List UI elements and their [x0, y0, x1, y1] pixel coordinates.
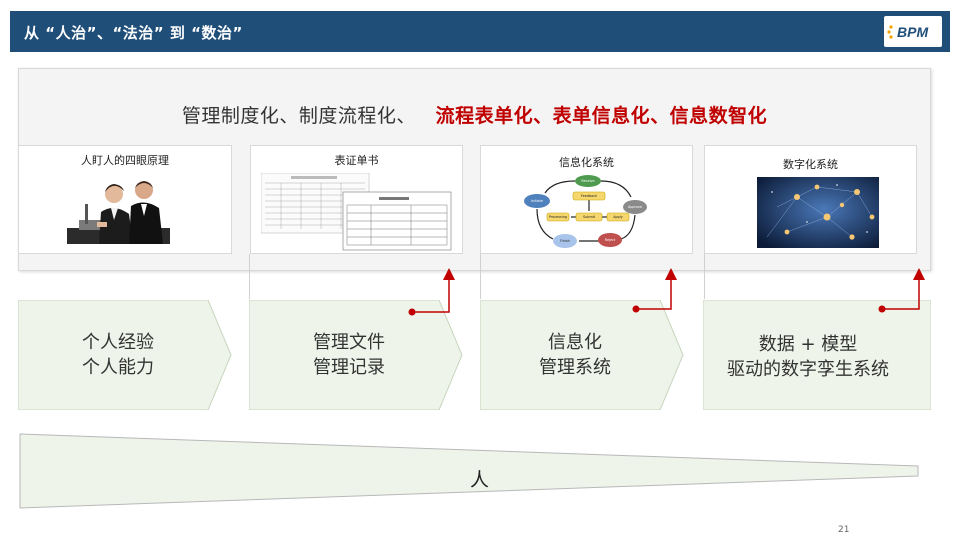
wedge-label: 人	[470, 469, 490, 491]
page-number: 21	[838, 525, 850, 535]
people-reliance-wedge	[19, 433, 919, 509]
